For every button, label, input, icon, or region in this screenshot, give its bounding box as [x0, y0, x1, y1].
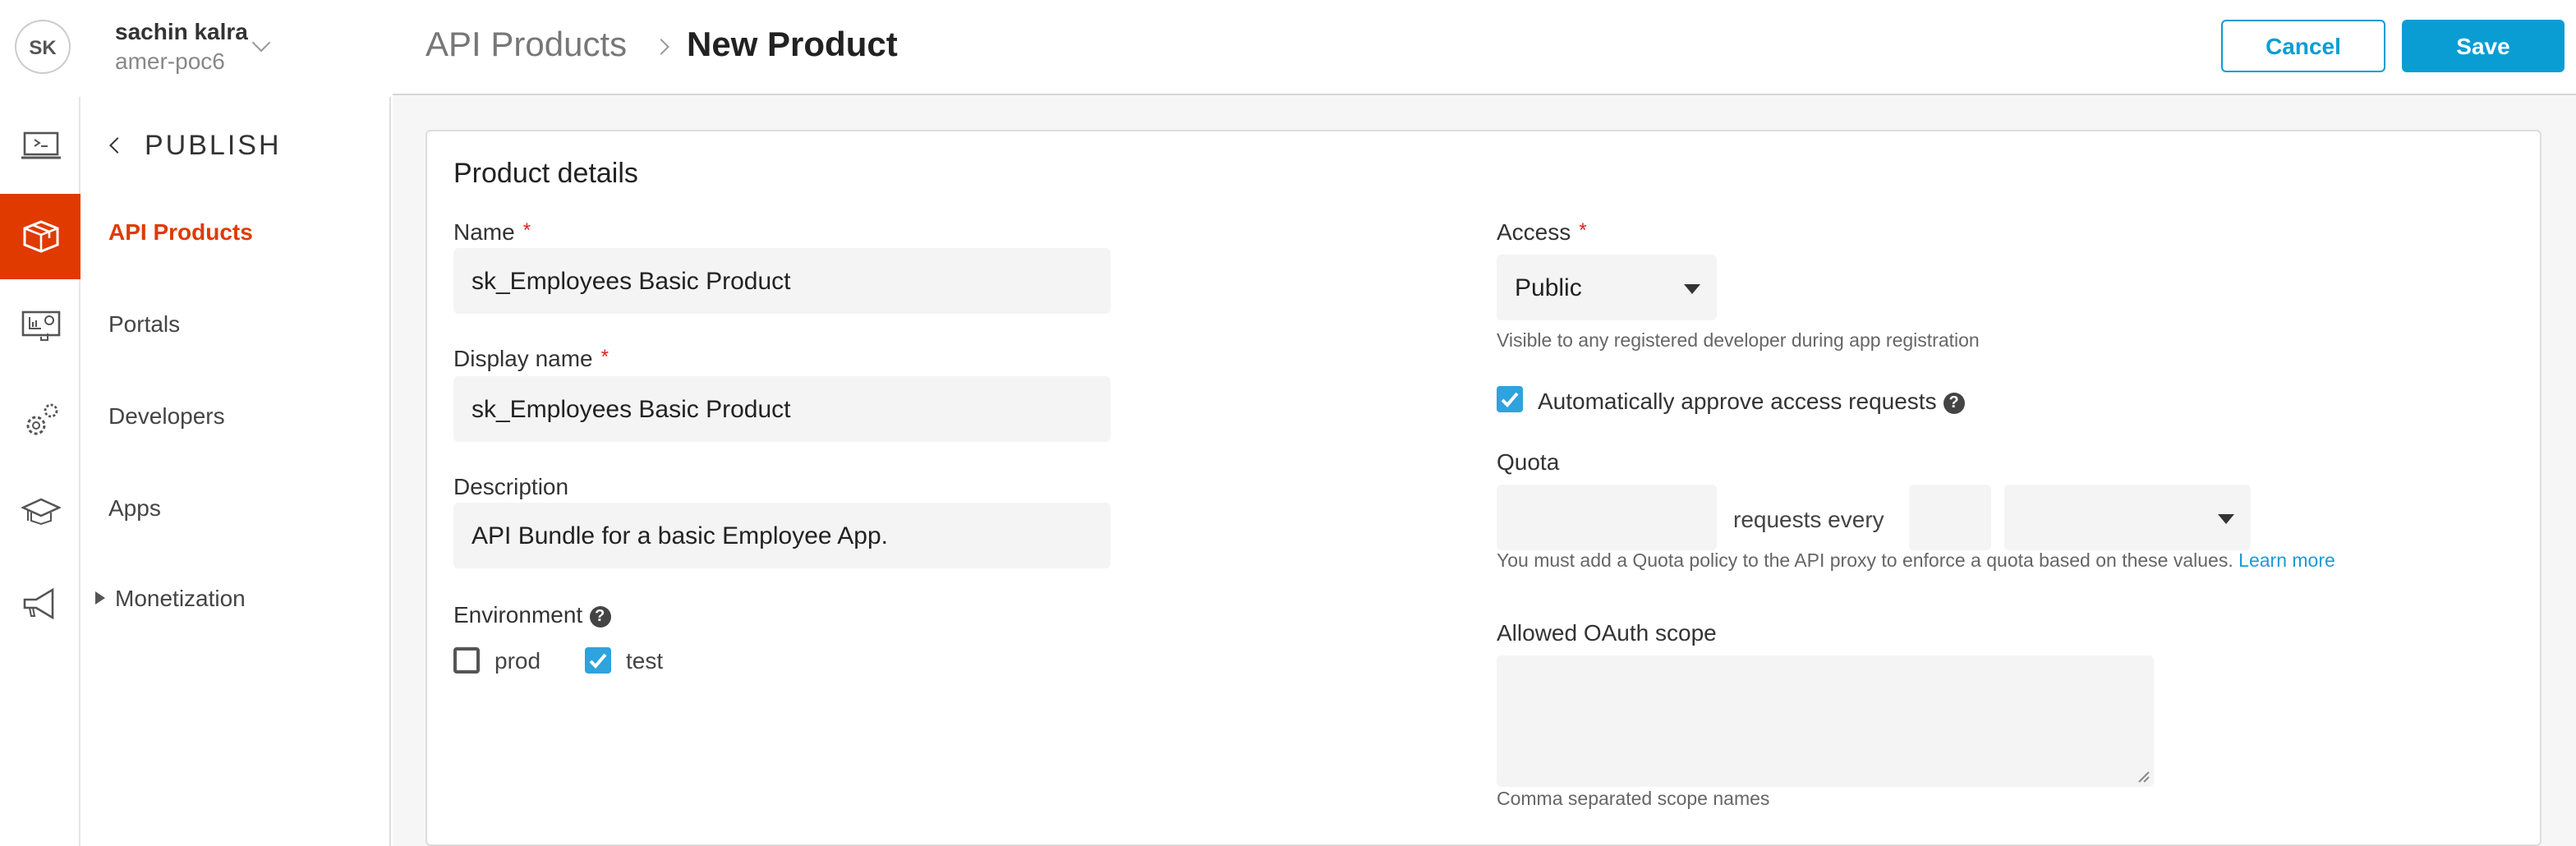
check-icon	[1501, 392, 1519, 407]
access-label-text: Access	[1497, 218, 1571, 245]
oauth-scope-help: Comma separated scope names	[1497, 790, 1770, 810]
name-value: sk_Employees Basic Product	[472, 267, 791, 295]
description-label: Description	[453, 473, 569, 499]
avatar-initials: SK	[29, 35, 57, 58]
save-button[interactable]: Save	[2402, 20, 2564, 72]
name-label-text: Name	[453, 218, 515, 245]
description-input[interactable]: API Bundle for a basic Employee App.	[453, 503, 1111, 568]
nav-item-developers[interactable]: Developers	[108, 402, 225, 429]
display-name-label: Display name *	[453, 345, 609, 371]
quota-interval-input[interactable]	[1909, 485, 1991, 550]
terminal-icon[interactable]	[0, 103, 80, 189]
publish-nav: PUBLISH API Products Portals Developers …	[82, 97, 391, 846]
description-value: API Bundle for a basic Employee App.	[472, 522, 888, 549]
caret-down-icon	[1684, 284, 1700, 294]
learn-more-link[interactable]: Learn more	[2238, 552, 2335, 572]
avatar[interactable]: SK	[15, 20, 71, 74]
caret-down-icon	[2218, 514, 2234, 524]
dashboard-icon[interactable]	[0, 286, 80, 371]
test-checkbox[interactable]	[585, 647, 611, 674]
prod-checkbox[interactable]	[453, 647, 480, 674]
auto-approve-checkbox[interactable]	[1497, 386, 1523, 412]
nav-item-portals[interactable]: Portals	[108, 310, 180, 337]
back-icon[interactable]	[109, 137, 126, 154]
graduation-cap-icon[interactable]	[0, 470, 80, 555]
cancel-button[interactable]: Cancel	[2221, 20, 2385, 72]
display-name-value: sk_Employees Basic Product	[472, 395, 791, 423]
oauth-scope-textarea[interactable]	[1497, 655, 2154, 787]
nav-section-title: PUBLISH	[145, 130, 282, 161]
help-icon[interactable]: ?	[1943, 392, 1965, 414]
required-marker: *	[522, 218, 531, 241]
access-select[interactable]: Public	[1497, 255, 1717, 320]
megaphone-icon[interactable]	[0, 562, 80, 647]
breadcrumb-api-products[interactable]: API Products	[426, 26, 627, 66]
save-label: Save	[2456, 33, 2510, 59]
page-header: API Products New Product Cancel Save	[393, 0, 2576, 95]
quota-unit-select[interactable]	[2004, 485, 2251, 550]
nav-item-api-products[interactable]: API Products	[108, 218, 253, 245]
access-help: Visible to any registered developer duri…	[1497, 332, 1980, 352]
quota-label: Quota	[1497, 448, 1560, 475]
access-label: Access *	[1497, 218, 1587, 245]
display-name-label-text: Display name	[453, 345, 593, 371]
required-marker: *	[1579, 218, 1587, 241]
quota-help-text: You must add a Quota policy to the API p…	[1497, 552, 2233, 572]
breadcrumb-separator-icon	[653, 39, 669, 55]
user-name[interactable]: sachin kalra	[115, 18, 248, 44]
product-details-card: Product details Name * sk_Employees Basic…	[426, 130, 2542, 846]
help-icon[interactable]: ?	[589, 605, 611, 628]
gears-icon[interactable]	[0, 378, 80, 463]
required-marker: *	[600, 345, 609, 368]
test-label: test	[626, 647, 664, 674]
quota-help: You must add a Quota policy to the API p…	[1497, 552, 2335, 572]
section-title: Product details	[453, 158, 638, 189]
display-name-input[interactable]: sk_Employees Basic Product	[453, 376, 1111, 442]
org-name: amer-poc6	[115, 48, 225, 74]
nav-item-apps[interactable]: Apps	[108, 494, 161, 521]
cancel-label: Cancel	[2266, 33, 2341, 59]
resize-handle-icon[interactable]	[2137, 770, 2150, 784]
check-icon	[589, 653, 607, 669]
environment-label: Environment?	[453, 601, 611, 628]
environment-label-text: Environment	[453, 601, 583, 628]
access-value: Public	[1515, 274, 1582, 301]
chevron-down-icon[interactable]	[251, 33, 271, 53]
prod-label: prod	[494, 647, 541, 674]
package-icon[interactable]	[0, 194, 80, 279]
icon-rail	[0, 97, 80, 846]
oauth-scope-label: Allowed OAuth scope	[1497, 619, 1717, 646]
auto-approve-label: Automatically approve access requests?	[1538, 388, 1965, 414]
page-title: New Product	[687, 26, 898, 64]
auto-approve-label-text: Automatically approve access requests	[1538, 388, 1937, 414]
quota-count-input[interactable]	[1497, 485, 1717, 550]
nav-item-monetization[interactable]: Monetization	[115, 585, 246, 611]
expand-icon[interactable]	[95, 591, 105, 605]
name-label: Name *	[453, 218, 531, 245]
name-input[interactable]: sk_Employees Basic Product	[453, 248, 1111, 314]
requests-every-text: requests every	[1733, 506, 1884, 532]
